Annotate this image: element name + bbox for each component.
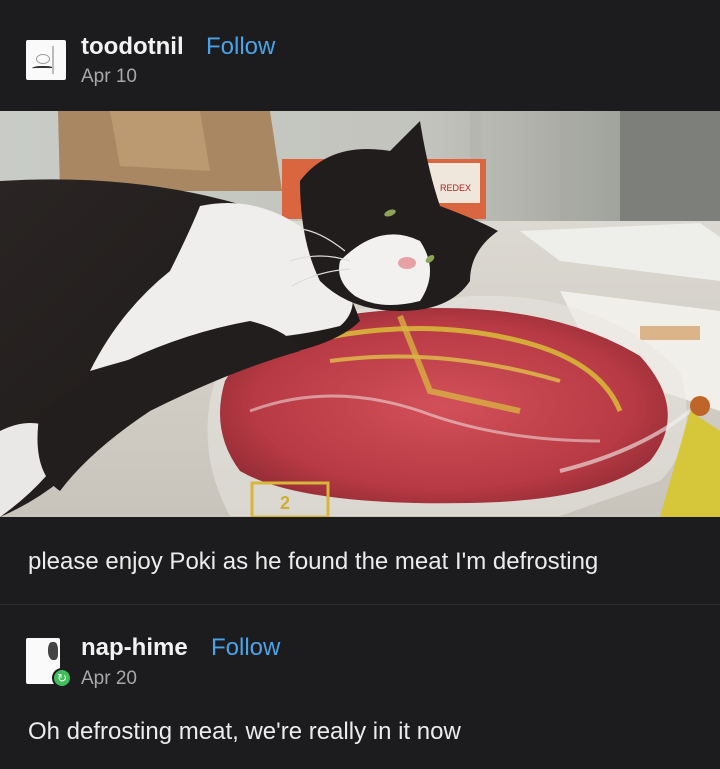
- package-code: 2: [280, 493, 290, 513]
- reblog-icon: ↻: [52, 668, 72, 688]
- reblog-date[interactable]: Apr 20: [81, 668, 137, 690]
- reblog-username[interactable]: nap-hime: [81, 634, 188, 662]
- post-username[interactable]: toodotnil: [81, 33, 184, 61]
- avatar-doodle: [36, 54, 50, 64]
- follow-button[interactable]: Follow: [206, 33, 275, 61]
- cat-on-meat-photo: REDEX 2: [0, 111, 720, 517]
- post-header: toodotnil Follow Apr 10: [0, 0, 720, 110]
- avatar[interactable]: [26, 40, 66, 80]
- reblog-avatar[interactable]: ↻: [26, 638, 72, 688]
- avatar-doodle-edge: [52, 46, 62, 74]
- reblog-avatar-figure: [48, 642, 58, 660]
- reblog-text: Oh defrosting meat, we're really in it n…: [28, 718, 461, 745]
- post-date[interactable]: Apr 10: [81, 66, 137, 88]
- post-photo: REDEX 2: [0, 111, 720, 517]
- box-text: REDEX: [440, 183, 471, 193]
- reblog-follow-button[interactable]: Follow: [211, 634, 280, 662]
- post-caption: please enjoy Poki as he found the meat I…: [28, 548, 599, 575]
- avatar-doodle-line: [32, 66, 54, 72]
- divider: [0, 604, 720, 605]
